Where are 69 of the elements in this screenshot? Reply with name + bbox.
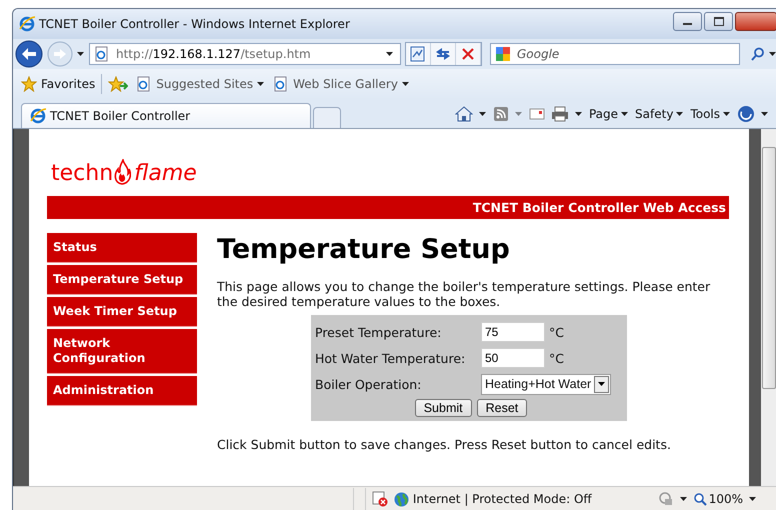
star-icon <box>21 76 37 92</box>
dropdown-caret-icon <box>723 112 731 116</box>
dropdown-caret-icon <box>598 382 606 386</box>
favorites-link[interactable]: Web Slice Gallery <box>273 76 410 92</box>
dropdown-caret-icon[interactable] <box>574 112 583 116</box>
help-text: Click Submit button to save changes. Press Reset button to cancel edits. <box>217 437 672 452</box>
dropdown-caret-icon[interactable] <box>478 112 487 116</box>
page-icon <box>136 76 152 92</box>
field-label: Boiler Operation: <box>315 376 422 392</box>
menu-button[interactable]: Tools <box>690 107 731 121</box>
field-label: Preset Temperature: <box>315 324 442 340</box>
mail-icon[interactable] <box>528 107 545 121</box>
add-favorite-icon[interactable] <box>108 76 128 92</box>
search-icon[interactable] <box>751 47 765 61</box>
dropdown-caret-icon <box>676 112 684 116</box>
minimize-button[interactable] <box>673 12 702 30</box>
unit-label: °C <box>549 350 564 366</box>
dropdown-caret-icon <box>621 112 630 116</box>
browser-logo-icon <box>19 16 35 32</box>
favorites-button[interactable]: Favorites <box>21 76 96 92</box>
maximize-button[interactable] <box>704 12 733 30</box>
dropdown-caret-icon[interactable] <box>77 52 85 56</box>
dropdown-caret-icon[interactable] <box>761 112 769 116</box>
nav-link[interactable]: Network Configuration <box>47 329 197 374</box>
close-button[interactable] <box>735 12 776 30</box>
nav-link[interactable]: Week Timer Setup <box>47 297 197 327</box>
page-icon <box>94 46 110 62</box>
search-field[interactable]: Google <box>490 43 740 65</box>
page-banner: TCNET Boiler Controller Web Access <box>47 196 729 219</box>
browser-logo-icon <box>30 108 46 124</box>
back-button[interactable] <box>15 40 43 68</box>
nav-link[interactable]: Temperature Setup <box>47 265 197 295</box>
dropdown-caret-icon[interactable] <box>769 52 776 56</box>
globe-icon <box>394 492 409 506</box>
input-field[interactable]: 50 <box>481 348 545 368</box>
help-icon[interactable] <box>737 105 755 123</box>
intro-text: This page allows you to change the boiler's temperature settings. Please enter the desired temperature values to the boxes. <box>217 279 712 309</box>
nav-link[interactable]: Status <box>47 233 197 263</box>
dropdown[interactable]: Heating+Hot Water <box>481 374 612 394</box>
page-heading: Temperature Setup <box>217 234 511 265</box>
menu-button[interactable]: Page <box>588 107 630 121</box>
security-zone[interactable]: Internet | Protected Mode: Off <box>394 492 592 506</box>
form-button[interactable]: Submit <box>414 399 472 417</box>
input-field[interactable]: 75 <box>481 322 545 342</box>
dropdown-caret-icon[interactable] <box>749 496 757 502</box>
logo-text: techn <box>51 163 114 185</box>
zoom-button[interactable]: 100% <box>694 492 743 506</box>
page-icon <box>273 76 290 92</box>
window-title: TCNET Boiler Controller - Windows Internet Explorer <box>39 17 351 31</box>
favorites-link[interactable]: Suggested Sites <box>136 76 266 92</box>
scrollbar[interactable] <box>761 129 776 486</box>
home-icon[interactable] <box>454 106 473 122</box>
nav-link[interactable]: Administration <box>47 376 197 406</box>
dropdown-caret-icon[interactable] <box>680 496 688 502</box>
printer-icon[interactable] <box>550 106 569 122</box>
zoom-icon <box>694 492 707 506</box>
browser-tab[interactable]: TCNET Boiler Controller <box>21 103 311 128</box>
field-label: Hot Water Temperature: <box>315 350 466 366</box>
flame-icon <box>113 159 132 185</box>
address-field[interactable]: http://192.168.1.127/tsetup.htm <box>89 43 401 65</box>
dropdown-caret-icon <box>257 82 266 86</box>
form-button[interactable]: Reset <box>476 399 528 417</box>
dropdown-caret-icon[interactable] <box>386 52 394 56</box>
feed-icon[interactable] <box>492 106 509 122</box>
logo-text: flame <box>134 163 197 185</box>
unit-label: °C <box>549 324 564 340</box>
dropdown-caret-icon <box>402 82 410 86</box>
menu-button[interactable]: Safety <box>635 107 684 121</box>
blocked-page-icon[interactable] <box>372 491 388 507</box>
